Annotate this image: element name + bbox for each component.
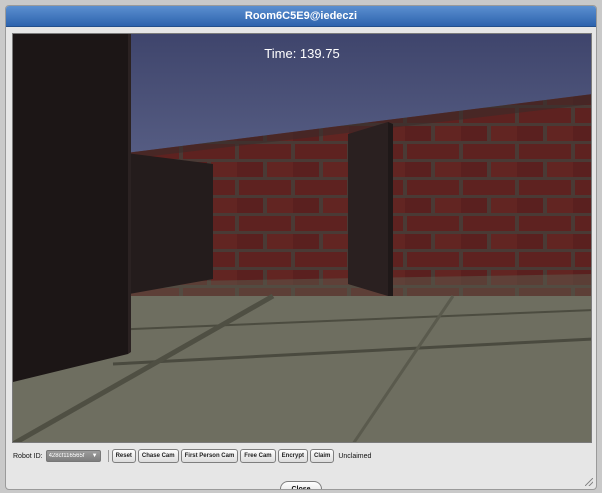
chevron-down-icon: ▼ xyxy=(91,453,98,459)
first-person-cam-button[interactable]: First Person Cam xyxy=(180,449,239,463)
reset-button[interactable]: Reset xyxy=(111,449,136,463)
game-viewport[interactable]: Time: 139.75 xyxy=(12,33,592,443)
maze-wall-left xyxy=(13,34,128,382)
robot-id-label: Robot ID: xyxy=(13,452,43,460)
maze-wall-middle xyxy=(118,152,213,296)
robot-id-select[interactable]: 428cf116565f ▼ xyxy=(45,450,101,462)
window-title: Room6C5E9@iedeczi xyxy=(244,10,358,22)
encrypt-button[interactable]: Encrypt xyxy=(277,449,308,463)
window-titlebar[interactable]: Room6C5E9@iedeczi xyxy=(6,6,596,27)
claim-button[interactable]: Claim xyxy=(310,449,335,463)
game-window: Room6C5E9@iedeczi Time: 139.75 Robot ID:… xyxy=(5,5,597,490)
claim-status: Unclaimed xyxy=(338,452,372,460)
control-bar: Robot ID: 428cf116565f ▼ Reset Chase Cam… xyxy=(13,448,371,464)
close-button[interactable]: Close xyxy=(280,481,322,489)
resize-grip-icon[interactable] xyxy=(585,478,593,486)
chase-cam-button[interactable]: Chase Cam xyxy=(137,449,179,463)
footer: Close xyxy=(6,478,596,489)
free-cam-button[interactable]: Free Cam xyxy=(240,449,276,463)
robot-id-value: 428cf116565f xyxy=(48,453,85,459)
maze-scene xyxy=(13,34,591,442)
timer-label: Time: 139.75 xyxy=(264,46,340,61)
maze-wall-right xyxy=(348,122,388,296)
divider xyxy=(107,450,109,462)
